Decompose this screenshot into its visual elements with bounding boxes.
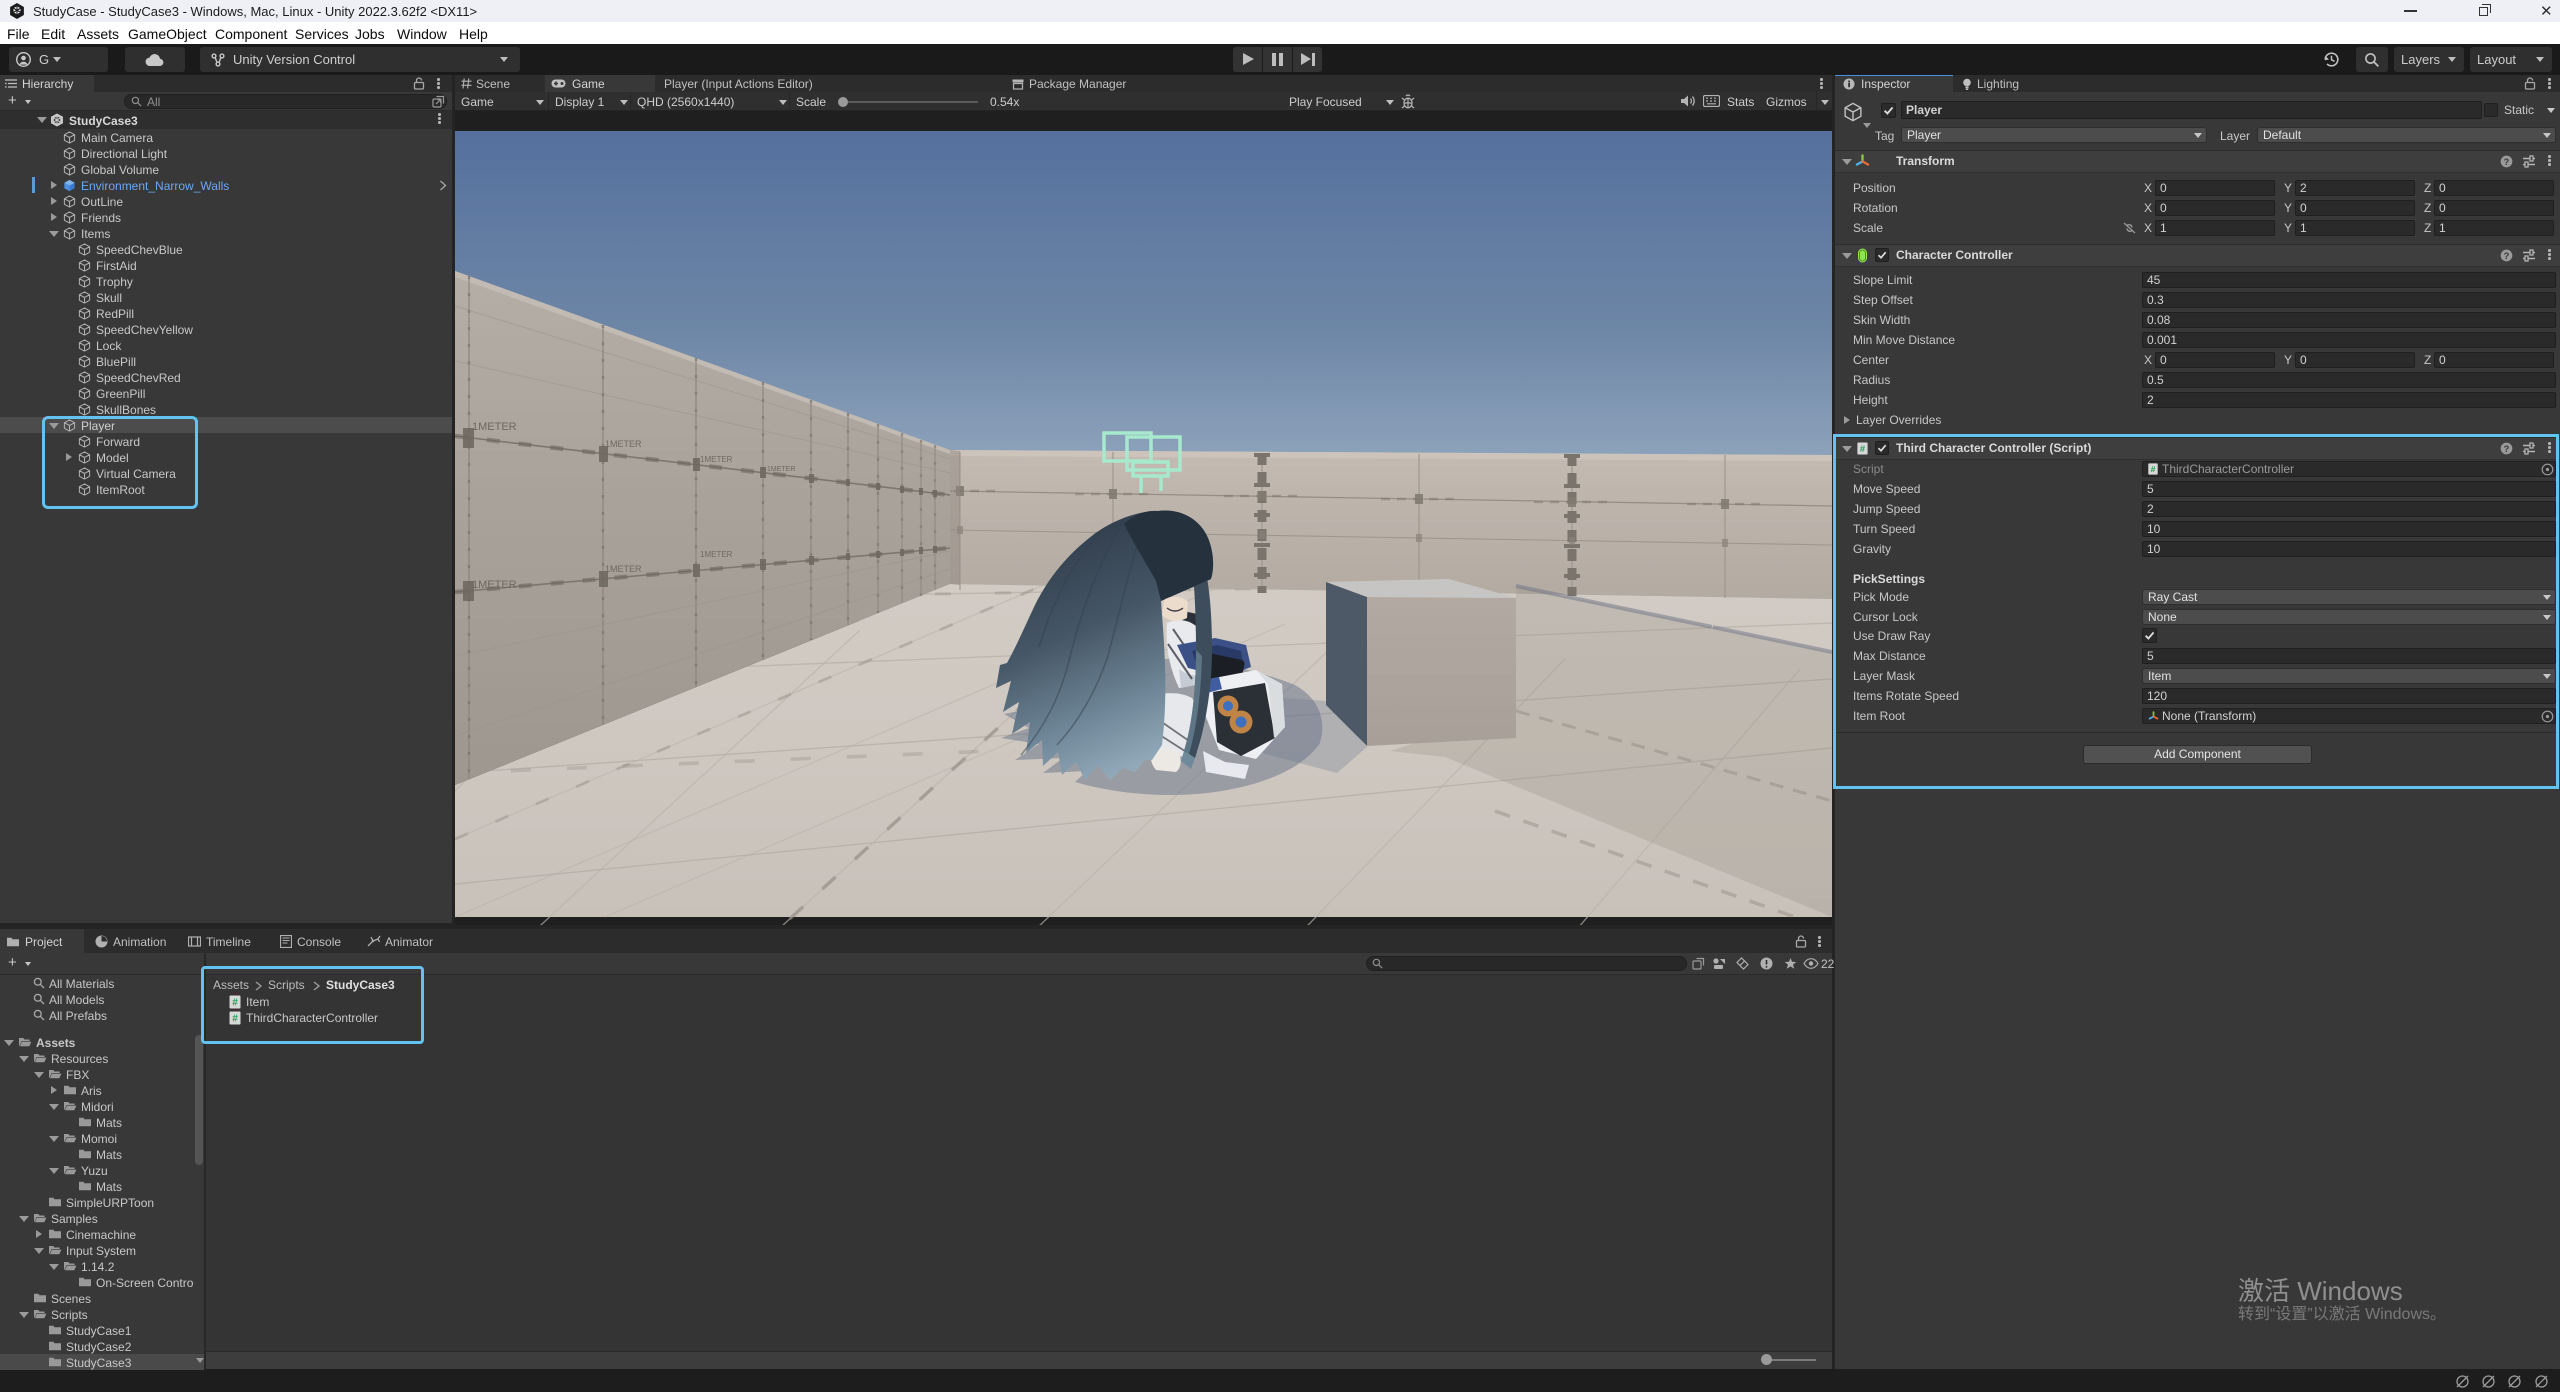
svg-text:?: ? xyxy=(2504,157,2510,167)
svg-text:1METER: 1METER xyxy=(605,439,642,449)
svg-text:1METER: 1METER xyxy=(472,421,517,433)
svg-text:1METER: 1METER xyxy=(472,579,517,591)
svg-text:1METER: 1METER xyxy=(605,564,642,574)
svg-text:?: ? xyxy=(2504,251,2510,261)
svg-text:1METER: 1METER xyxy=(700,455,733,464)
svg-text:1METER: 1METER xyxy=(700,550,733,559)
svg-text:1METER: 1METER xyxy=(767,466,795,473)
